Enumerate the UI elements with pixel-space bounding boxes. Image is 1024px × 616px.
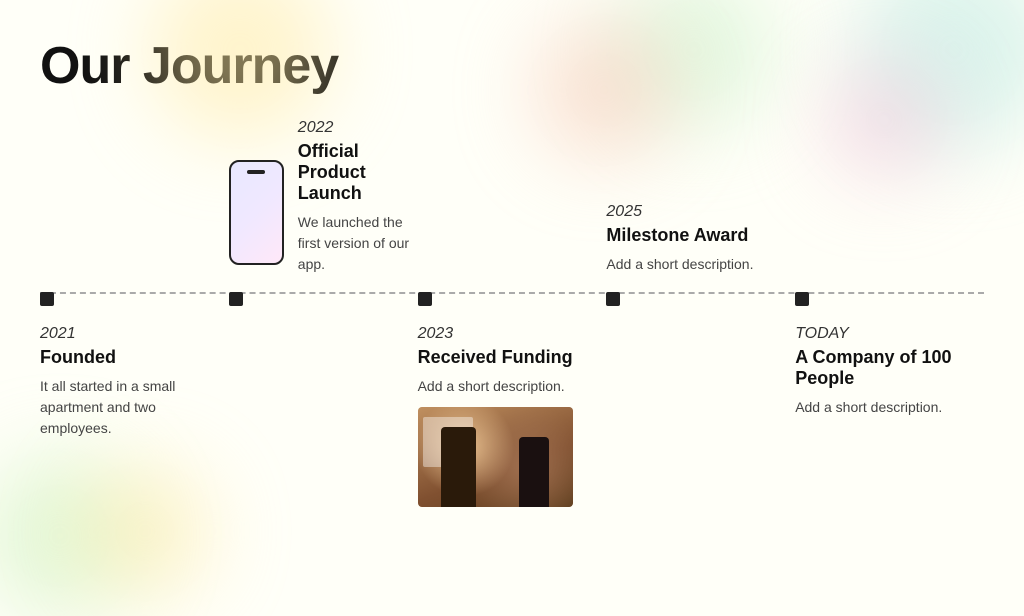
funding-title: Received Funding — [418, 347, 607, 368]
timeline: 2021 Founded It all started in a small a… — [0, 136, 1024, 507]
founded-dot — [40, 292, 54, 306]
company-top-spacer — [795, 136, 984, 291]
company-dot-row — [795, 291, 984, 307]
funding-top-spacer — [418, 136, 607, 291]
milestone-product-launch: 2022 Official Product Launch We launched… — [229, 136, 418, 507]
company-title: A Company of 100 People — [795, 347, 984, 389]
header: Our Journey — [0, 0, 1024, 96]
funding-dot-row — [418, 291, 607, 307]
funding-year: 2023 — [418, 325, 607, 343]
funding-content: 2023 Received Funding Add a short descri… — [418, 307, 607, 507]
founded-content: 2021 Founded It all started in a small a… — [40, 307, 229, 439]
award-title: Milestone Award — [606, 225, 795, 246]
launch-year: 2022 — [298, 119, 418, 137]
milestone-award: 2025 Milestone Award Add a short descrip… — [606, 136, 795, 507]
award-year: 2025 — [606, 203, 795, 221]
milestone-company-100: TODAY A Company of 100 People Add a shor… — [795, 136, 984, 507]
funding-desc: Add a short description. — [418, 376, 607, 397]
launch-bottom-spacer — [229, 307, 418, 325]
founded-year: 2021 — [40, 325, 229, 343]
launch-dot — [229, 292, 243, 306]
founded-dot-row — [40, 291, 229, 307]
award-dot-row — [606, 291, 795, 307]
funding-dot — [418, 292, 432, 306]
company-year: TODAY — [795, 325, 984, 343]
launch-text: 2022 Official Product Launch We launched… — [298, 119, 418, 275]
founded-top-spacer — [40, 136, 229, 291]
award-top-content: 2025 Milestone Award Add a short descrip… — [606, 136, 795, 291]
launch-desc: We launched the first version of our app… — [298, 212, 418, 275]
funding-image — [418, 407, 573, 507]
founded-title: Founded — [40, 347, 229, 368]
timeline-columns: 2021 Founded It all started in a small a… — [40, 136, 984, 507]
launch-dot-row — [229, 291, 418, 307]
milestone-founded: 2021 Founded It all started in a small a… — [40, 136, 229, 507]
figure-left — [441, 427, 476, 507]
company-desc: Add a short description. — [795, 397, 984, 418]
launch-title: Official Product Launch — [298, 141, 418, 204]
company-dot — [795, 292, 809, 306]
launch-top-content: 2022 Official Product Launch We launched… — [229, 136, 418, 291]
award-bottom-spacer — [606, 307, 795, 325]
award-desc: Add a short description. — [606, 254, 795, 275]
phone-illustration — [229, 160, 284, 265]
milestone-funding: 2023 Received Funding Add a short descri… — [418, 136, 607, 507]
page-title: Our Journey — [40, 36, 984, 96]
founded-desc: It all started in a small apartment and … — [40, 376, 229, 439]
figure-right — [519, 437, 549, 507]
company-content: TODAY A Company of 100 People Add a shor… — [795, 307, 984, 418]
award-dot — [606, 292, 620, 306]
